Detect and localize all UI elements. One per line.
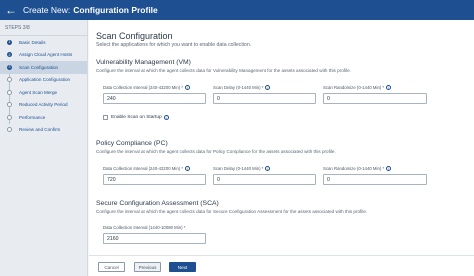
- vm-delay-input[interactable]: 0: [213, 93, 316, 104]
- step-pending-icon: [7, 102, 12, 107]
- step-number-icon: 3: [7, 64, 12, 70]
- step-reduced-activity-period[interactable]: Reduced Activity Period: [0, 98, 87, 111]
- vm-title: Vulnerability Management (VM): [96, 59, 191, 66]
- vm-interval-input[interactable]: 240: [103, 93, 206, 104]
- step-application-configuration[interactable]: Application Configuration: [0, 73, 87, 86]
- section-description: Select the applications for which you wa…: [96, 42, 252, 48]
- cancel-button[interactable]: Cancel: [98, 262, 125, 272]
- sca-interval-label: Data Collection Interval (1440-10080 Min…: [103, 225, 186, 230]
- step-label: Agent Scan Merge: [19, 89, 58, 95]
- vm-startup-label: Enable Scan on Startup: [111, 115, 162, 120]
- pc-randomize-input[interactable]: 0: [323, 174, 427, 185]
- step-label: Performance: [19, 114, 46, 120]
- step-label: Application Configuration: [19, 77, 71, 83]
- pc-interval-field: Data Collection Interval (240-43200 Min)…: [103, 165, 206, 187]
- step-label: Basic Details: [19, 39, 46, 45]
- step-pending-icon: [7, 77, 12, 82]
- title-prefix: Create New:: [23, 5, 71, 15]
- step-basic-details[interactable]: 1 Basic Details: [0, 36, 87, 49]
- pc-title: Policy Compliance (PC): [96, 140, 168, 147]
- back-arrow-icon[interactable]: ←: [5, 4, 19, 16]
- pc-randomize-label: Scan Randomize (0-1440 Min) *: [323, 166, 385, 171]
- vm-delay-field: Scan Delay (0-1440 Min) * i 0: [213, 84, 316, 106]
- vm-delay-label: Scan Delay (0-1440 Min) *: [213, 85, 264, 90]
- step-number-icon: 1: [7, 39, 12, 45]
- step-label: Review and Confirm: [19, 127, 61, 133]
- step-number-icon: 2: [7, 52, 12, 57]
- sca-title: Secure Configuration Assessment (SCA): [96, 200, 219, 207]
- info-icon[interactable]: i: [185, 166, 191, 171]
- vm-interval-label: Data Collection Interval (240-43200 Min)…: [103, 85, 184, 90]
- pc-delay-field: Scan Delay (0-1440 Min) * i 0: [213, 165, 316, 187]
- section-heading: Scan Configuration: [96, 31, 173, 41]
- step-review-confirm[interactable]: Review and Confirm: [0, 124, 87, 137]
- wizard-steps-sidebar: STEPS 3/8 1 Basic Details 2 Assign Cloud…: [0, 20, 88, 276]
- previous-button[interactable]: Previous: [134, 262, 161, 272]
- info-icon[interactable]: i: [163, 115, 169, 120]
- vm-randomize-input[interactable]: 0: [323, 93, 427, 104]
- vm-randomize-label: Scan Randomize (0-1440 Min) *: [323, 85, 385, 90]
- pc-interval-label: Data Collection Interval (240-43200 Min)…: [103, 166, 184, 171]
- vm-randomize-field: Scan Randomize (0-1440 Min) * i 0: [323, 84, 427, 106]
- info-icon[interactable]: i: [185, 85, 191, 90]
- step-performance[interactable]: Performance: [0, 111, 87, 124]
- step-pending-icon: [7, 89, 12, 95]
- vm-startup-checkbox[interactable]: [103, 115, 108, 120]
- pc-delay-label: Scan Delay (0-1440 Min) *: [213, 166, 264, 171]
- step-label: Scan Configuration: [19, 64, 59, 70]
- step-label: Reduced Activity Period: [19, 102, 68, 108]
- pc-delay-input[interactable]: 0: [213, 174, 316, 185]
- info-icon[interactable]: i: [265, 85, 271, 90]
- step-scan-configuration[interactable]: 3 Scan Configuration: [0, 61, 87, 74]
- title-bar: ← Create New: Configuration Profile: [0, 0, 474, 20]
- steps-counter: STEPS 3/8: [0, 20, 87, 36]
- next-button[interactable]: Next: [169, 262, 196, 272]
- info-icon[interactable]: i: [386, 85, 392, 90]
- step-label: Assign Cloud Agent Hosts: [19, 52, 73, 58]
- step-agent-scan-merge[interactable]: Agent Scan Merge: [0, 86, 87, 99]
- vm-description: Configure the interval at which the agen…: [96, 68, 351, 73]
- step-pending-icon: [7, 114, 12, 120]
- info-icon[interactable]: i: [386, 166, 392, 171]
- sca-interval-field: Data Collection Interval (1440-10080 Min…: [103, 224, 206, 246]
- scan-configuration-panel: Scan Configuration Select the applicatio…: [89, 20, 474, 255]
- vm-startup-option: Enable Scan on Startup i: [103, 115, 169, 120]
- pc-randomize-field: Scan Randomize (0-1440 Min) * i 0: [323, 165, 427, 187]
- step-assign-hosts[interactable]: 2 Assign Cloud Agent Hosts: [0, 49, 87, 62]
- wizard-footer: Cancel Previous Next: [89, 255, 474, 276]
- sca-description: Configure the interval at which the agen…: [96, 209, 368, 214]
- pc-interval-input[interactable]: 720: [103, 174, 206, 185]
- sca-interval-input[interactable]: 2160: [103, 233, 206, 244]
- page-title: Configuration Profile: [73, 5, 158, 15]
- step-pending-icon: [7, 127, 12, 132]
- vm-interval-field: Data Collection Interval (240-43200 Min)…: [103, 84, 206, 106]
- info-icon[interactable]: i: [265, 166, 271, 171]
- pc-description: Configure the interval at which the agen…: [96, 149, 336, 154]
